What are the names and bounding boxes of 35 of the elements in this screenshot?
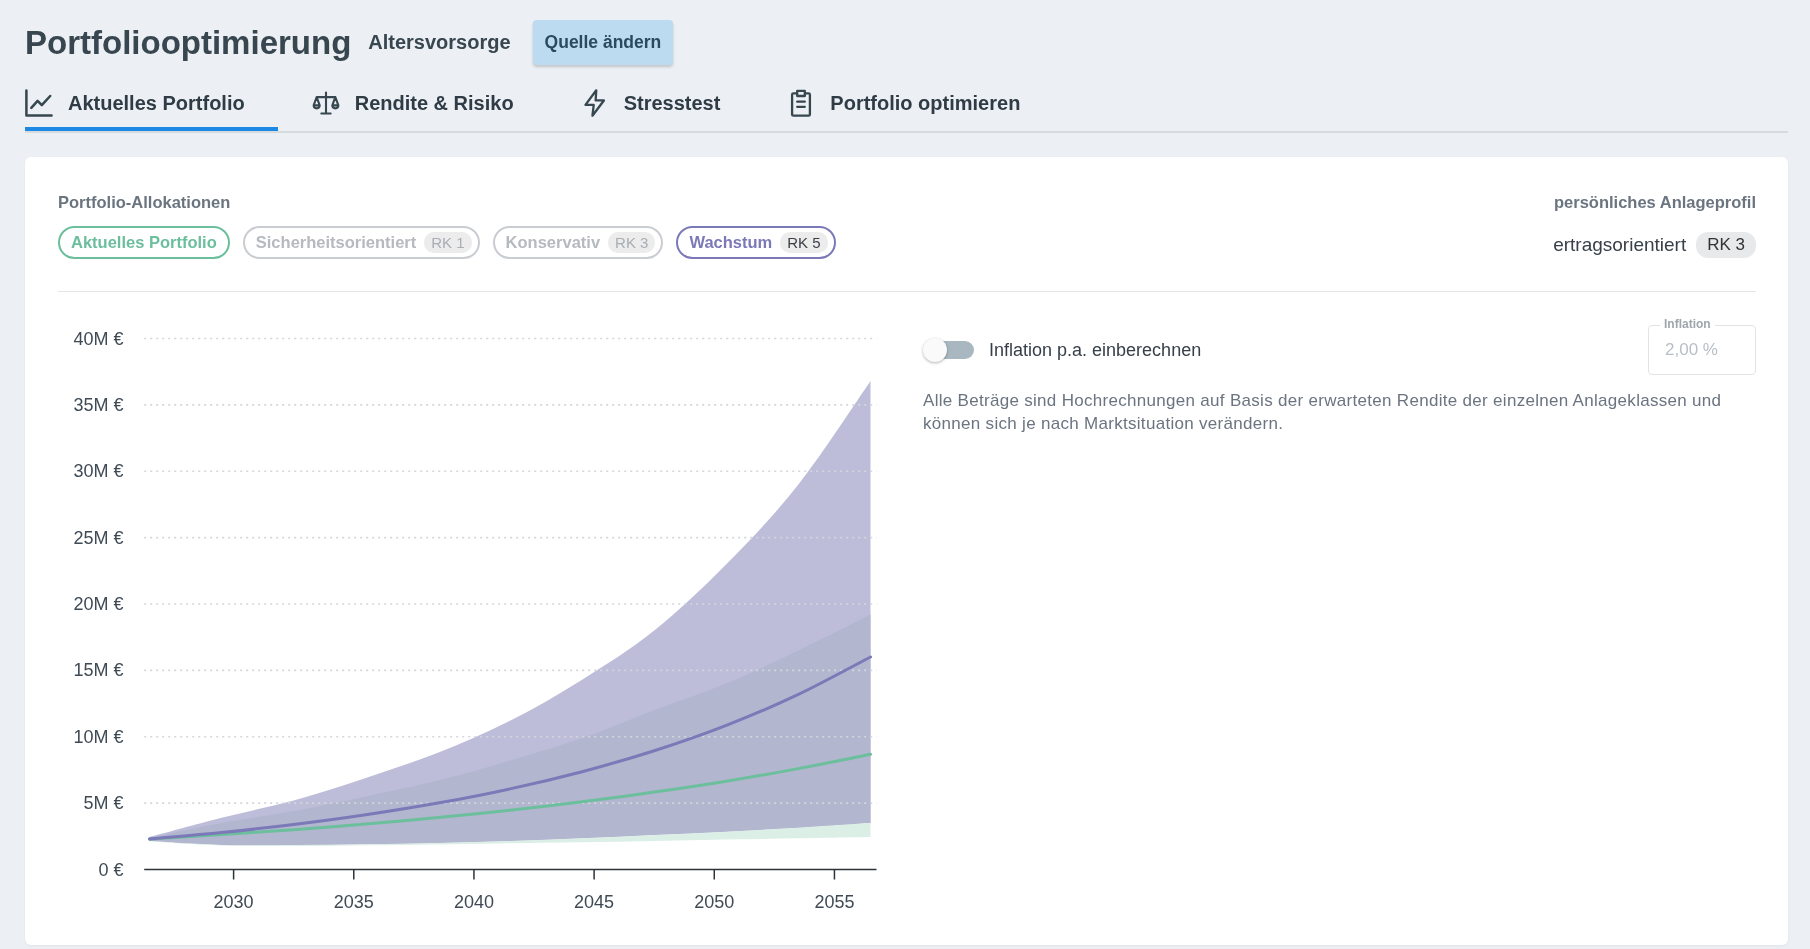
y-axis-label: 30M € xyxy=(73,461,124,482)
section-label: persönliches Anlageprofil xyxy=(1554,192,1756,212)
page-subtitle: Altersvorsorge xyxy=(368,31,511,54)
tab[interactable]: Aktuelles Portfolio xyxy=(25,75,278,131)
y-axis-label: 0 € xyxy=(98,859,124,880)
x-axis-label: 2040 xyxy=(453,891,494,912)
change-source-button[interactable]: Quelle ändern xyxy=(532,20,674,65)
disclaimer-text: Alle Beträge sind Hochrechnungen auf Basis der erwarteten Rendite der einzelnen Anlageklassen und können sich je nach Marktsituation verändern. xyxy=(923,390,1723,435)
risk-class-badge: RK 3 xyxy=(1696,232,1756,258)
x-axis-label: 2045 xyxy=(574,891,615,912)
y-axis-label: 5M € xyxy=(83,793,124,814)
risk-class-badge: RK 3 xyxy=(608,232,656,253)
tab[interactable]: Rendite & Risiko xyxy=(311,75,547,131)
tab[interactable]: Portfolio optimieren xyxy=(787,75,1054,131)
risk-class-badge: RK 5 xyxy=(780,232,828,253)
page-title: Portfoliooptimierung xyxy=(25,23,352,62)
y-axis-label: 35M € xyxy=(73,394,124,415)
allocation-chip[interactable]: Wachstum RK 5 xyxy=(676,226,836,259)
x-axis-label: 2055 xyxy=(814,891,855,912)
y-axis-label: 15M € xyxy=(73,660,124,681)
toggle-label: Inflation p.a. einberechnen xyxy=(989,339,1202,361)
y-axis-label: 10M € xyxy=(73,726,124,747)
section-label: Portfolio-Allokationen xyxy=(58,192,232,212)
profile-value: ertragsorientiert xyxy=(1553,234,1687,256)
line-chart-icon xyxy=(25,89,53,117)
x-axis-label: 2030 xyxy=(213,891,254,912)
x-axis-label: 2050 xyxy=(694,891,735,912)
risk-class-badge: RK 1 xyxy=(424,232,472,253)
x-axis-label: 2035 xyxy=(333,891,374,912)
balance-scale-icon xyxy=(311,89,340,117)
toggle-switch[interactable] xyxy=(923,337,975,363)
y-axis-label: 25M € xyxy=(73,527,124,548)
y-axis-label: 40M € xyxy=(73,328,124,349)
y-axis-label: 20M € xyxy=(73,594,124,614)
tab[interactable]: Stresstest xyxy=(580,75,754,131)
